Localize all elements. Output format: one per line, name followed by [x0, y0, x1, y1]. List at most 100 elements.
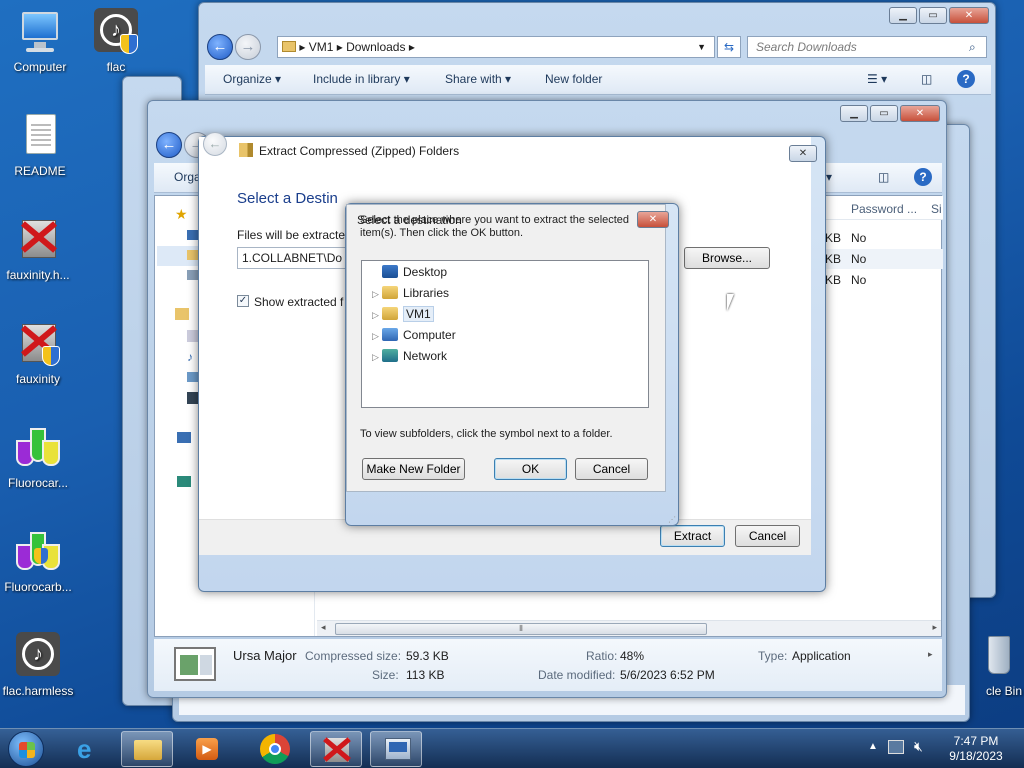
resize-grip-icon[interactable]: ⋰: [668, 515, 676, 524]
desktop-icon-fauxinity-h[interactable]: fauxinity.h...: [0, 216, 76, 282]
tree-item-computer[interactable]: ▷ Computer: [372, 325, 456, 345]
desktop-icon-readme[interactable]: README: [2, 112, 78, 178]
desktop-icon: [382, 265, 398, 278]
tree-item-libraries[interactable]: ▷ Libraries: [372, 283, 449, 303]
desktop-icon-fluorocarb[interactable]: Fluorocarb...: [0, 528, 76, 594]
share-with-menu[interactable]: Share with ▾: [445, 72, 511, 86]
view-options-icon[interactable]: ☰ ▾: [867, 72, 887, 86]
make-new-folder-button[interactable]: Make New Folder: [362, 458, 465, 480]
address-dropdown-icon[interactable]: ▼: [697, 37, 706, 57]
desktop-icon-computer[interactable]: Computer: [2, 8, 78, 74]
expand-arrow-icon[interactable]: ▷: [372, 284, 382, 304]
help-icon[interactable]: ?: [914, 168, 932, 186]
flask-icon: [14, 424, 62, 472]
taskbar-chrome[interactable]: [248, 731, 300, 767]
file-row[interactable]: KB No: [815, 270, 943, 290]
scroll-left-icon[interactable]: ◂: [321, 622, 326, 633]
minimize-button[interactable]: ▁: [840, 105, 868, 122]
desktop-icon-flac-harmless[interactable]: ♪ flac.harmless: [0, 632, 76, 698]
horizontal-scrollbar[interactable]: ◂ ⦀ ▸: [317, 620, 941, 636]
tree-item-vm1[interactable]: ▷ VM1: [372, 304, 434, 324]
column-header-password[interactable]: Password ...: [851, 202, 917, 216]
back-button[interactable]: ←: [156, 132, 182, 158]
computer-icon: [16, 8, 64, 56]
search-icon: ⌕: [969, 40, 976, 54]
expand-arrow-icon[interactable]: ▷: [372, 347, 382, 367]
tree-item-network[interactable]: ▷ Network: [372, 346, 447, 366]
scroll-right-icon[interactable]: ▸: [932, 622, 937, 633]
back-button[interactable]: ←: [207, 34, 233, 60]
volume-muted-icon[interactable]: 🔇︎: [914, 738, 923, 755]
expand-arrow-icon[interactable]: ▷: [372, 305, 382, 325]
setup-program-icon: [385, 738, 411, 760]
details-pane: Ursa Major Compressed size: 59.3 KB Size…: [154, 639, 942, 691]
hint-text: To view subfolders, click the symbol nex…: [360, 428, 613, 440]
close-button[interactable]: ✕: [789, 145, 817, 162]
music-note-icon: ♪: [92, 8, 140, 56]
search-input[interactable]: Search Downloads: [747, 36, 987, 58]
view-options-icon[interactable]: ▾: [826, 170, 832, 184]
breadcrumb-separator-icon: ▸: [299, 40, 309, 54]
show-hidden-icons-arrow-icon[interactable]: ▲: [868, 741, 878, 752]
close-button[interactable]: ✕: [900, 105, 940, 122]
expand-arrow-icon[interactable]: ▷: [372, 326, 382, 346]
desktop-icon-fauxinity[interactable]: fauxinity: [0, 320, 76, 386]
include-in-library-menu[interactable]: Include in library ▾: [313, 72, 410, 86]
close-button[interactable]: ✕: [949, 7, 989, 24]
browse-button[interactable]: Browse...: [684, 247, 770, 269]
cancel-button[interactable]: Cancel: [575, 458, 648, 480]
breadcrumb-downloads[interactable]: Downloads: [346, 40, 405, 54]
help-icon[interactable]: ?: [957, 70, 975, 88]
minimize-button[interactable]: ▁: [889, 7, 917, 24]
detail-file-name: Ursa Major: [233, 648, 297, 663]
taskbar: e ▶ ▲ 🔇︎ 7:47 PM 9/18/2023: [0, 728, 1024, 768]
details-scroll-right-icon[interactable]: ▸: [928, 649, 933, 660]
computer-icon: [382, 328, 398, 341]
new-folder-button[interactable]: New folder: [545, 72, 602, 86]
taskbar-file-explorer[interactable]: [121, 731, 173, 767]
desktop-icon-label: fauxinity.h...: [6, 268, 70, 282]
breadcrumb-vm1[interactable]: VM1: [309, 40, 334, 54]
folder-icon: [134, 740, 162, 760]
start-button[interactable]: [8, 731, 44, 767]
clock[interactable]: 7:47 PM 9/18/2023: [936, 734, 1016, 764]
address-bar[interactable]: ▸ VM1 ▸ Downloads ▸ ▼: [277, 36, 715, 58]
preview-pane-icon[interactable]: ◫: [878, 170, 889, 184]
organize-menu[interactable]: Organize ▾: [223, 72, 281, 86]
desktop-icon-fluorocar[interactable]: Fluorocar...: [0, 424, 76, 490]
flask-shield-icon: [14, 528, 62, 576]
text-file-icon: [16, 112, 64, 160]
folder-tree[interactable]: Desktop ▷ Libraries ▷ VM1 ▷ Computer ▷ Netwo…: [361, 260, 649, 408]
network-tray-icon[interactable]: [888, 740, 904, 754]
taskbar-setup[interactable]: [370, 731, 422, 767]
cancel-button[interactable]: Cancel: [735, 525, 800, 547]
tree-item-desktop[interactable]: Desktop: [372, 262, 447, 282]
show-extracted-checkbox[interactable]: ✓: [237, 295, 249, 307]
wizard-back-icon[interactable]: ←: [203, 132, 227, 156]
wizard-heading: Select a Destin: [237, 190, 338, 207]
refresh-button[interactable]: ⇆: [717, 36, 741, 58]
maximize-button[interactable]: ▭: [919, 7, 947, 24]
maximize-button[interactable]: ▭: [870, 105, 898, 122]
taskbar-internet-explorer[interactable]: e: [64, 731, 116, 767]
network-icon: [177, 476, 191, 487]
preview-pane-icon[interactable]: ◫: [921, 72, 932, 86]
desktop-icon-flac[interactable]: ♪ flac: [78, 8, 154, 74]
column-header-size[interactable]: Si: [931, 202, 942, 216]
clock-date: 9/18/2023: [949, 749, 1003, 763]
libraries-icon: [175, 308, 189, 320]
select-destination-dialog[interactable]: Select a destination ✕ Select the place …: [345, 203, 679, 526]
extract-button[interactable]: Extract: [660, 525, 725, 547]
forward-button[interactable]: →: [235, 34, 261, 60]
scroll-thumb[interactable]: ⦀: [335, 623, 707, 635]
destination-path-field[interactable]: 1.COLLABNET\Do: [237, 247, 347, 269]
show-extracted-label: Show extracted f: [254, 295, 344, 309]
internet-explorer-icon: e: [77, 734, 92, 764]
taskbar-fauxinity[interactable]: [310, 731, 362, 767]
ok-button[interactable]: OK: [494, 458, 567, 480]
file-row[interactable]: KB No: [815, 249, 943, 269]
column-header-row: Password ... Si: [815, 196, 943, 220]
file-row[interactable]: KB No: [815, 228, 943, 248]
taskbar-media-player[interactable]: ▶: [180, 731, 232, 767]
organize-menu[interactable]: Orga: [174, 170, 201, 184]
